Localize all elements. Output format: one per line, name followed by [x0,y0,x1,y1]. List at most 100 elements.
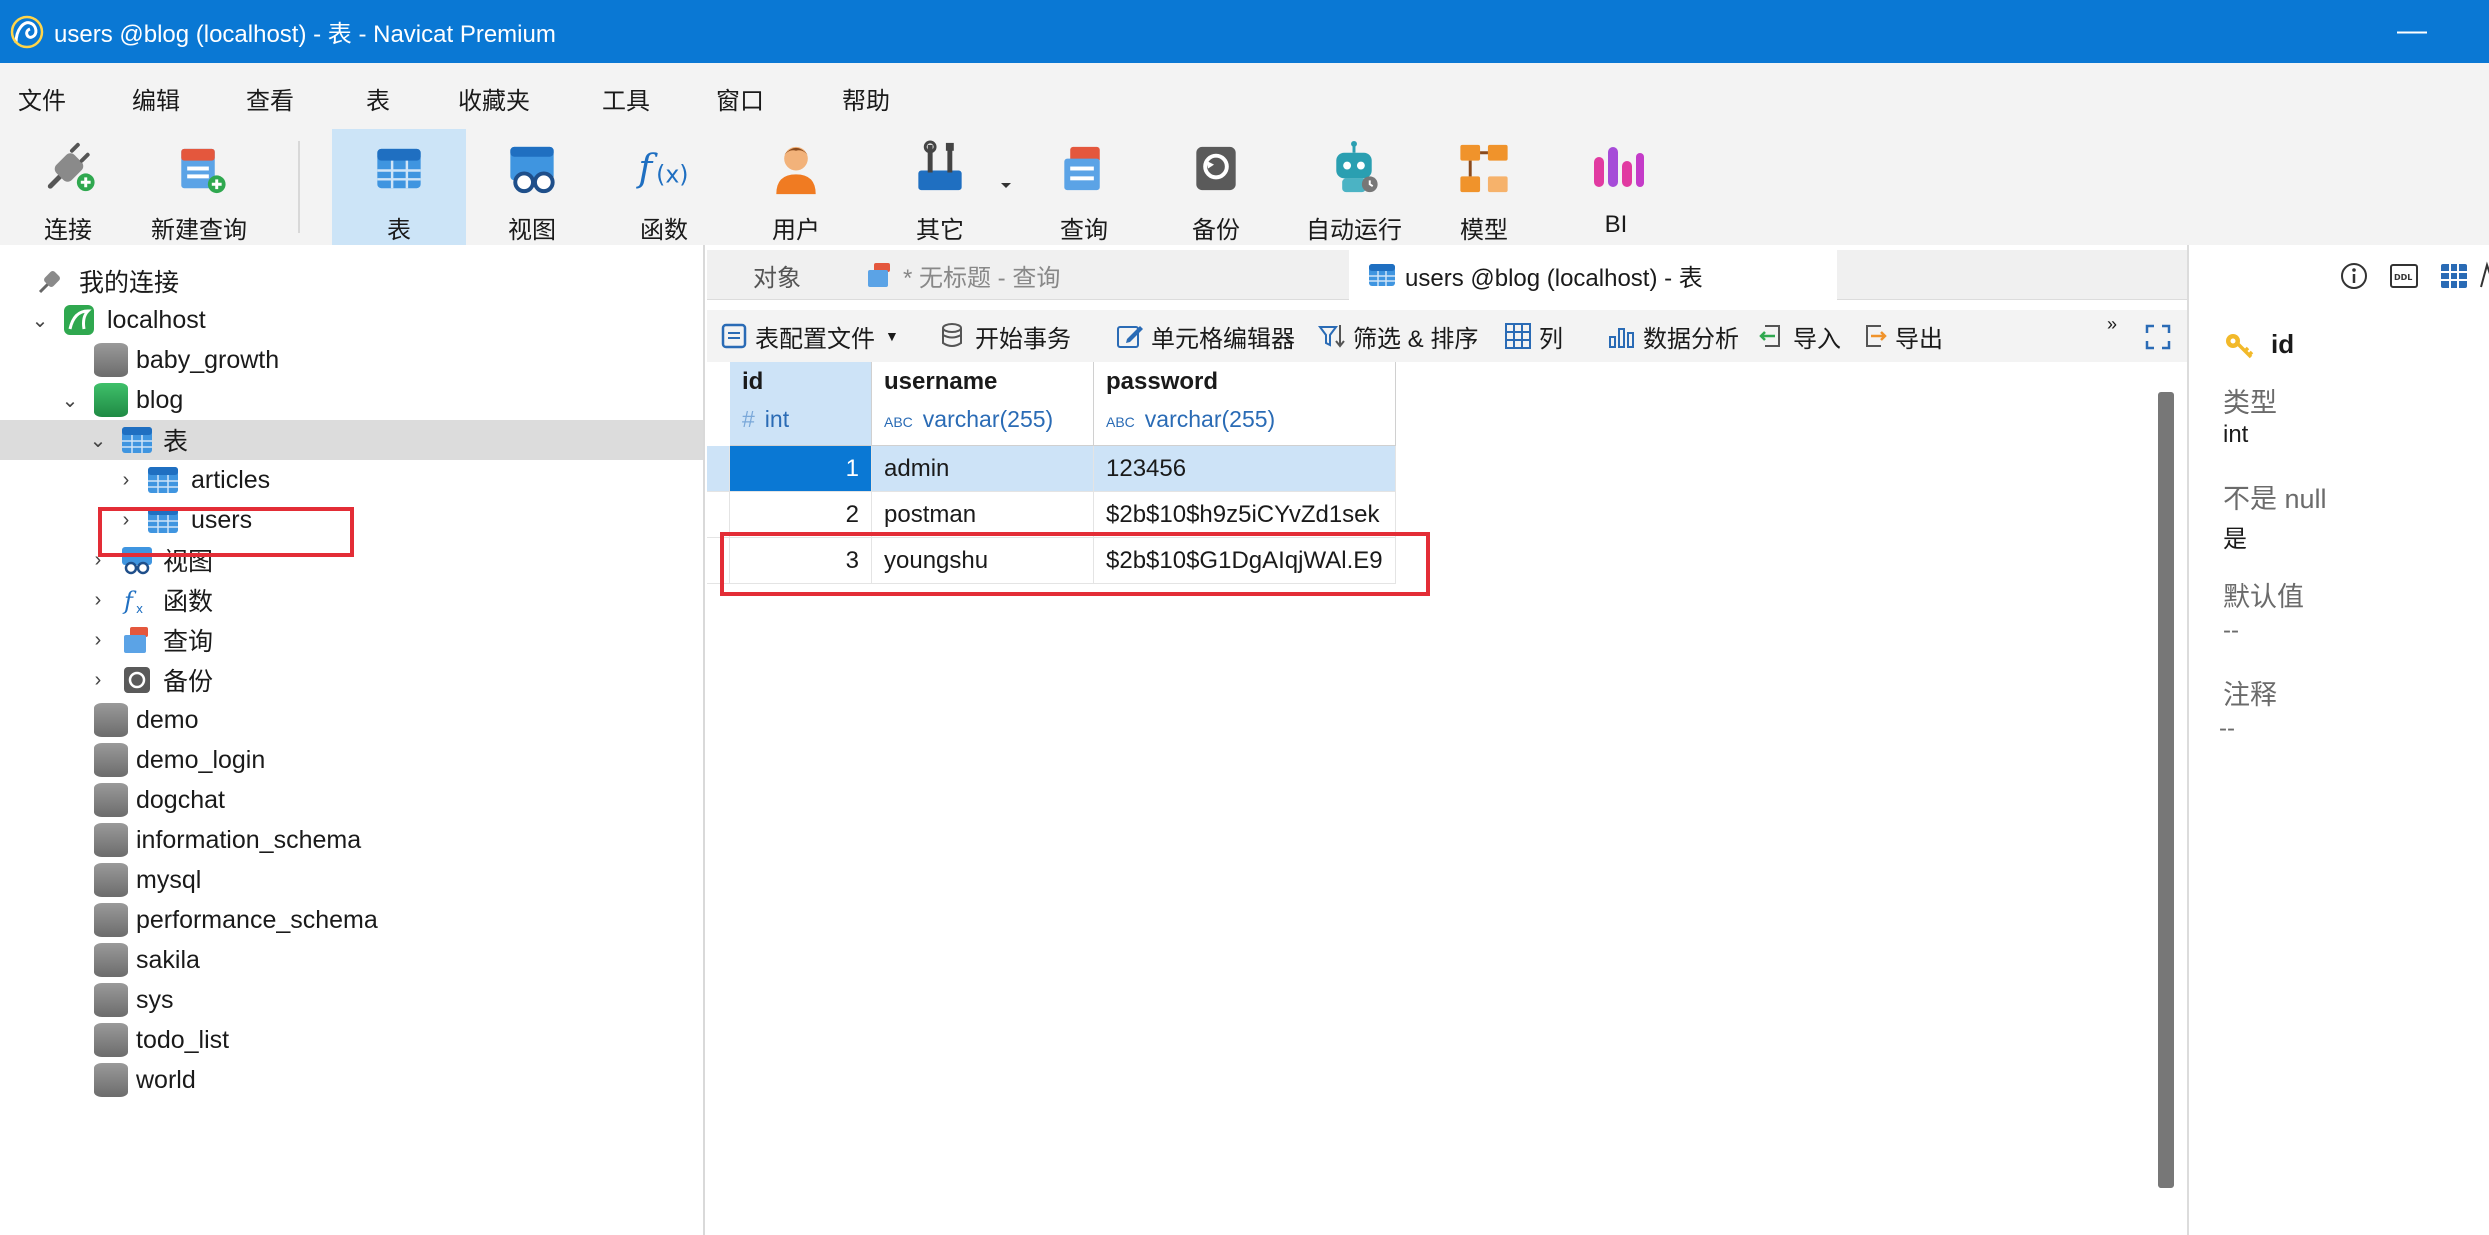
menu-tools[interactable]: 工具 [602,81,650,116]
query-icon [868,263,890,287]
column-header-id[interactable]: id # int [730,362,872,446]
tab-objects[interactable]: 对象 [707,250,847,300]
vertical-scrollbar[interactable] [2158,392,2174,1188]
new-query-icon [181,148,226,194]
query-button[interactable]: 查询 [1036,129,1132,245]
connect-label: 连接 [44,217,92,244]
function-icon: f (x) [635,145,688,189]
cell-password[interactable]: 123456 [1094,446,1396,492]
function-button[interactable]: f (x) 函数 [616,129,712,245]
database-icon [94,943,128,977]
default-value: -- [2223,617,2239,644]
svg-text:x: x [136,602,143,616]
database-transaction-icon [942,323,962,347]
menu-edit[interactable]: 编辑 [132,81,180,116]
table-icon [122,427,152,453]
database-icon [94,1063,128,1097]
column-header-username[interactable]: username ABC varchar(255) [872,362,1094,446]
menu-help[interactable]: 帮助 [842,81,890,116]
chevron-right-icon[interactable]: › [88,629,108,651]
data-analysis-label: 数据分析 [1643,325,1739,353]
tree-db-label: blog [136,385,184,414]
chevron-down-icon[interactable]: ⌄ [88,430,108,452]
menu-file[interactable]: 文件 [18,81,66,116]
view-button[interactable]: 视图 [484,129,580,245]
tree-db-mysql[interactable]: mysql [0,860,703,900]
other-dropdown-icon[interactable] [998,177,1014,193]
table-icon [148,467,178,493]
tree-tables-group[interactable]: ⌄ 表 [0,420,703,460]
text-type-icon: ABC [1106,414,1135,430]
backup-button[interactable]: 备份 [1168,129,1264,245]
new-query-button[interactable]: 新建查询 [146,129,252,245]
automation-button[interactable]: 自动运行 [1296,129,1412,245]
table-icon [377,148,421,189]
tree-db-world[interactable]: world [0,1060,703,1100]
info-icon[interactable] [2339,261,2369,291]
tree-functions-group[interactable]: › fx 函数 [0,580,703,620]
tree-db-dogchat[interactable]: dogchat [0,780,703,820]
begin-transaction-button[interactable]: 开始事务 [939,318,1071,354]
ddl-icon[interactable]: DDL [2389,261,2419,291]
primary-key-icon [2226,334,2254,359]
chevron-right-icon[interactable]: › [88,669,108,691]
table-profile-button[interactable]: 表配置文件 ▼ [719,318,899,354]
chevron-right-icon[interactable]: › [116,469,136,491]
tree-db-demo-login[interactable]: demo_login [0,740,703,780]
menu-view[interactable]: 查看 [246,81,294,116]
column-type-label: int [764,406,790,432]
bi-button[interactable]: BI [1568,129,1664,245]
tab-users-table[interactable]: users @blog (localhost) - 表 [1349,250,1837,300]
window-title: users @blog (localhost) - 表 - Navicat Pr… [54,21,556,48]
model-icon [1460,144,1508,193]
cell-username[interactable]: admin [872,446,1094,492]
tree-queries-group[interactable]: › 查询 [0,620,703,660]
connect-button[interactable]: 连接 [20,129,116,245]
table-button[interactable]: 表 [332,129,466,245]
tree-backups-group[interactable]: › 备份 [0,660,703,700]
backup-icon [1196,146,1236,191]
filter-sort-button[interactable]: 筛选 & 排序 [1317,318,1478,354]
menu-window[interactable]: 窗口 [716,81,764,116]
fullscreen-icon[interactable] [2143,322,2173,352]
menu-table[interactable]: 表 [366,81,390,116]
chevron-down-icon[interactable]: ⌄ [60,390,80,412]
model-label: 模型 [1460,217,1508,244]
menu-favorites[interactable]: 收藏夹 [458,81,530,116]
tab-untitled-query[interactable]: * 无标题 - 查询 [857,250,1345,300]
column-header-password[interactable]: password ABC varchar(255) [1094,362,1396,446]
cell-id[interactable]: 1 [730,446,872,492]
tree-my-connections[interactable]: 我的连接 [0,261,703,301]
user-button[interactable]: 用户 [748,129,844,245]
tree-db-demo[interactable]: demo [0,700,703,740]
database-icon [94,823,128,857]
more-tools-icon[interactable]: » [2107,314,2117,335]
column-type: # int [742,406,789,433]
columns-button[interactable]: 列 [1503,318,1563,354]
minimize-button[interactable]: — [2392,14,2432,48]
tree-db-blog[interactable]: ⌄ blog [0,380,703,420]
dropdown-arrow-icon[interactable]: ▼ [885,328,899,344]
import-button[interactable]: 导入 [1757,318,1841,354]
tree-db-information-schema[interactable]: information_schema [0,820,703,860]
tree-localhost[interactable]: ⌄ localhost [0,300,703,340]
chevron-right-icon[interactable]: › [88,589,108,611]
cell-editor-button[interactable]: 单元格编辑器 [1115,318,1295,354]
row-marker[interactable] [707,446,730,492]
tree-db-todo-list[interactable]: todo_list [0,1020,703,1060]
tree-table-articles[interactable]: › articles [0,460,703,500]
comment-label: 注释 [2223,680,2277,710]
table-view-icon[interactable] [2439,261,2469,291]
tree-db-sys[interactable]: sys [0,980,703,1020]
field-name: id [2271,329,2295,359]
tree-db-sakila[interactable]: sakila [0,940,703,980]
view-label: 视图 [508,217,556,244]
font-icon[interactable] [2479,261,2489,291]
data-analysis-button[interactable]: 数据分析 [1607,318,1739,354]
other-button[interactable]: 其它 [892,129,988,245]
tree-db-baby-growth[interactable]: baby_growth [0,340,703,380]
model-button[interactable]: 模型 [1436,129,1532,245]
chevron-down-icon[interactable]: ⌄ [30,310,50,332]
export-button[interactable]: 导出 [1859,318,1943,354]
tree-db-performance-schema[interactable]: performance_schema [0,900,703,940]
